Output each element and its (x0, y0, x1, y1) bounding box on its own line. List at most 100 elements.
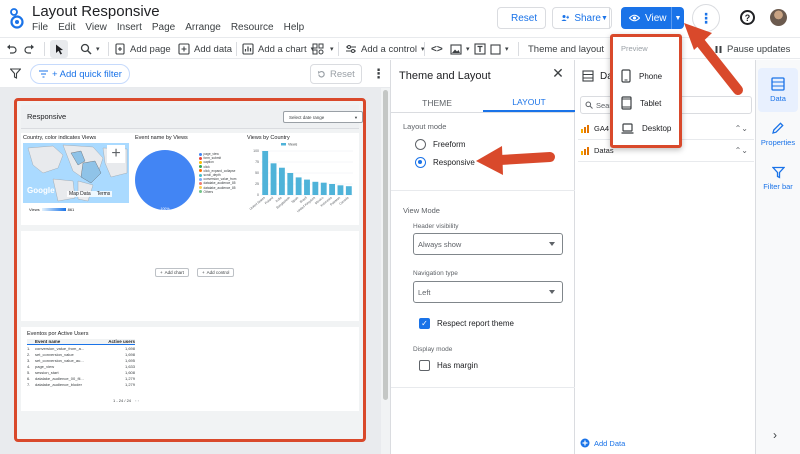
undo-icon[interactable] (6, 38, 17, 60)
table-row[interactable]: 1. conversion_value_from_a... 1,698 (27, 345, 135, 351)
rail-filter-bar[interactable]: Filter bar (758, 156, 798, 200)
report-page-title: Responsive (27, 112, 67, 121)
redo-icon[interactable] (24, 38, 35, 60)
shape-icon[interactable]: ▾ (490, 38, 509, 60)
events-table[interactable]: Event name Active users 1. conversion_val… (27, 339, 135, 387)
table-row[interactable]: 7. datalake_audience_bloder 1,279 (27, 381, 135, 387)
table-row[interactable]: 6. datalake_audience_00_fil... 1,279 (27, 375, 135, 381)
menu-file[interactable]: File (32, 22, 48, 33)
has-margin-option[interactable]: Has margin (419, 360, 478, 371)
preview-desktop[interactable]: Desktop (621, 123, 671, 134)
add-data-link[interactable]: Add Data (580, 438, 625, 448)
menu-insert[interactable]: Insert (117, 22, 142, 33)
share-dropdown-caret[interactable]: ▼ (598, 7, 612, 29)
pie-chart[interactable]: 100% (135, 145, 195, 215)
code-embed-icon[interactable]: <> (431, 38, 443, 60)
pie-legend-swatch (199, 165, 202, 169)
geo-map-chart[interactable]: + Google Map Data Terms (23, 143, 129, 203)
menu-page[interactable]: Page (152, 22, 175, 33)
rail-properties[interactable]: Properties (758, 112, 798, 156)
theme-layout-button[interactable]: Theme and layout (528, 38, 604, 60)
bar[interactable] (304, 179, 310, 195)
add-control-mini-button[interactable]: + Add control (197, 268, 235, 277)
freeform-option[interactable]: Freeform (415, 139, 465, 150)
menu-view[interactable]: View (85, 22, 107, 33)
bar[interactable] (312, 181, 319, 195)
bar[interactable] (295, 177, 302, 195)
zoom-tool[interactable]: ▾ (80, 38, 100, 60)
menu-arrange[interactable]: Arrange (185, 22, 221, 33)
report-title[interactable]: Layout Responsive (32, 3, 160, 20)
bar[interactable] (278, 167, 285, 195)
pie-center-label: 100% (161, 207, 170, 211)
filter-icon[interactable] (10, 68, 21, 79)
chevron-right-icon[interactable]: › (773, 428, 777, 442)
add-chart-button[interactable]: Add a chart ▾ (242, 38, 314, 60)
bar-chart[interactable]: Views1007550250United StatesPoland IndiaB… (247, 143, 357, 223)
pie-legend-swatch (199, 152, 202, 156)
table-row[interactable]: 5. session_start 1,608 (27, 369, 135, 375)
text-box-icon[interactable] (474, 38, 486, 60)
preview-tablet[interactable]: Tablet (621, 96, 661, 110)
add-page-button[interactable]: Add page (115, 38, 171, 60)
image-icon[interactable]: ▾ (450, 38, 470, 60)
bar[interactable] (270, 163, 277, 195)
respect-theme-option[interactable]: ✓ Respect report theme (419, 318, 514, 329)
navigation-type-select[interactable]: Left (413, 281, 563, 303)
preview-phone[interactable]: Phone (621, 69, 662, 83)
help-icon[interactable]: ? (740, 10, 755, 25)
pie-legend-swatch (199, 186, 202, 190)
map-data-link[interactable]: Map Data Terms (67, 191, 113, 197)
report-page[interactable]: Responsive Select date range ▼ Country, … (14, 98, 366, 442)
close-icon[interactable]: ✕ (551, 65, 565, 81)
has-margin-checkbox[interactable] (419, 360, 430, 371)
bar[interactable] (345, 186, 352, 195)
menu-resource[interactable]: Resource (231, 22, 274, 33)
filter-reset-button[interactable]: Reset (310, 64, 362, 84)
view-button[interactable]: View (621, 7, 671, 29)
reset-button[interactable]: Reset (497, 7, 546, 29)
date-range-control[interactable]: Select date range ▼ (283, 111, 363, 123)
pause-updates-button[interactable]: Pause updates (714, 38, 790, 60)
table-row[interactable]: 3. set_conversion_value_au... 1,695 (27, 357, 135, 363)
bar[interactable] (337, 185, 344, 195)
analytics-icon (581, 124, 589, 133)
select-tool-icon[interactable] (50, 40, 68, 58)
map-zoom-control[interactable]: + (107, 145, 125, 163)
freeform-radio[interactable] (415, 139, 426, 150)
tab-layout[interactable]: LAYOUT (483, 93, 575, 112)
rail-data[interactable]: Data (758, 68, 798, 112)
tab-theme[interactable]: THEME (391, 93, 483, 112)
pie-chart-title: Event name by Views (135, 135, 188, 141)
filter-more-icon[interactable]: ⋮ (372, 66, 385, 82)
header-visibility-select[interactable]: Always show (413, 233, 563, 255)
col-header-users[interactable]: Active users (105, 339, 135, 344)
bar[interactable] (320, 182, 327, 195)
add-data-button[interactable]: Add data (178, 38, 232, 60)
table-row[interactable]: 2. set_conversion_value 1,698 (27, 351, 135, 357)
bar[interactable] (329, 184, 336, 195)
more-options-icon[interactable]: ⋮ (692, 4, 720, 32)
report-canvas: Responsive Select date range ▼ Country, … (0, 88, 390, 454)
avatar[interactable] (770, 9, 787, 26)
table-pager[interactable]: 1 - 24 / 24 ‹ › (113, 398, 139, 403)
respect-theme-checkbox[interactable]: ✓ (419, 318, 430, 329)
add-quick-filter-button[interactable]: + Add quick filter (30, 64, 130, 84)
tablet-icon (621, 96, 632, 110)
add-control-button[interactable]: Add a control ▾ (345, 38, 425, 60)
responsive-radio[interactable] (415, 157, 426, 168)
menu-help[interactable]: Help (284, 22, 305, 33)
view-dropdown-caret[interactable]: ▼ (671, 7, 684, 29)
responsive-option[interactable]: Responsive (415, 157, 475, 168)
data-table-icon (582, 70, 594, 82)
share-label: Share (574, 12, 601, 24)
bar[interactable] (287, 173, 294, 195)
add-chart-mini-button[interactable]: + Add chart (155, 268, 189, 277)
community-viz-button[interactable]: ▾ (312, 38, 334, 60)
menu-bar: File Edit View Insert Page Arrange Resou… (32, 22, 304, 33)
canvas-scrollbar[interactable] (381, 88, 390, 454)
bar[interactable] (262, 151, 269, 195)
table-row[interactable]: 4. page_view 1,633 (27, 363, 135, 369)
col-header-event[interactable]: Event name (35, 339, 105, 344)
menu-edit[interactable]: Edit (58, 22, 75, 33)
